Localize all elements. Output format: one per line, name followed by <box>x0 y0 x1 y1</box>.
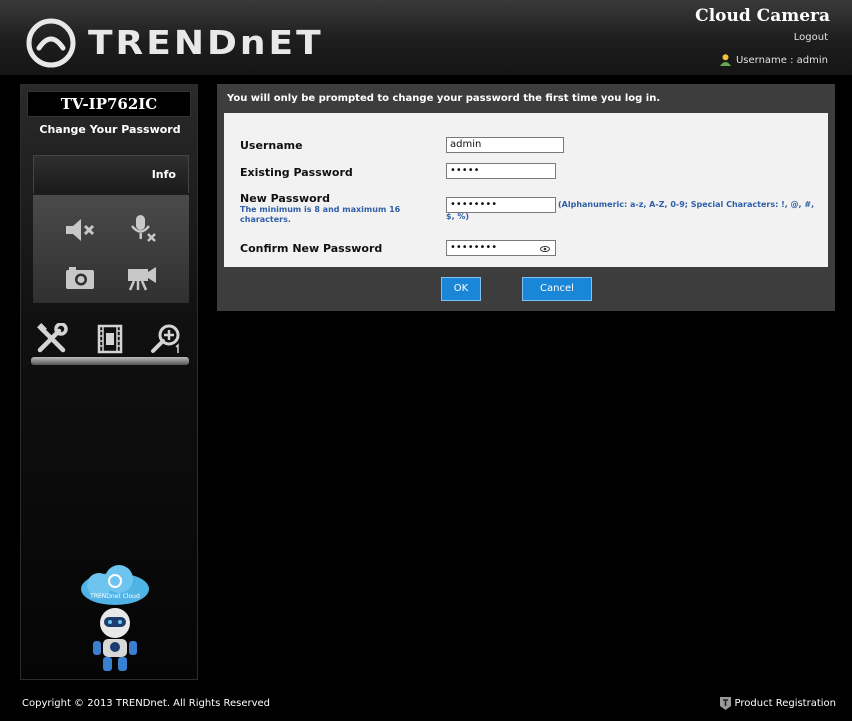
confirm-password-label: Confirm New Password <box>240 242 383 255</box>
sidebar-item-change-password[interactable]: Change Your Password <box>21 123 199 136</box>
show-password-eye-icon[interactable] <box>540 246 550 252</box>
user-icon <box>719 54 731 66</box>
trendnet-cloud-mascot: TRENDnet Cloud <box>81 565 149 671</box>
product-registration-label: Product Registration <box>734 698 836 709</box>
copyright-notice: Copyright © 2013 TRENDnet. All Rights Re… <box>22 698 271 709</box>
cancel-button[interactable]: Cancel <box>522 277 592 301</box>
password-character-hint: (Alphanumeric: a-z, A-Z, 0-9; Special Ch… <box>446 200 815 221</box>
new-password-length-note: The minimum is 8 and maximum 16 characte… <box>240 205 401 224</box>
tool-shelf <box>21 313 199 365</box>
microphone-mute-icon[interactable] <box>125 213 159 243</box>
username-label: Username <box>240 139 303 152</box>
camera-control-panel <box>33 195 189 303</box>
trendnet-logo-icon <box>26 18 76 68</box>
video-record-icon[interactable] <box>125 261 159 291</box>
zoom-in-icon[interactable] <box>149 323 183 355</box>
new-password-label: New Password <box>240 192 330 205</box>
model-name: TV-IP762IC <box>27 91 191 117</box>
product-title: Cloud Camera <box>695 6 830 26</box>
ok-button[interactable]: OK <box>441 277 481 301</box>
snapshot-camera-icon[interactable] <box>63 263 97 293</box>
mascot-label: TRENDnet Cloud <box>89 593 140 600</box>
sidebar: TV-IP762IC Change Your Password Info TRE… <box>20 84 198 680</box>
film-gallery-icon[interactable] <box>93 323 127 355</box>
header-bar: TRENDnET Cloud Camera Logout Username : … <box>0 0 852 76</box>
username-display: Username : admin <box>719 54 828 66</box>
tab-info[interactable]: Info <box>33 155 189 193</box>
settings-tools-icon[interactable] <box>35 323 69 355</box>
product-registration-link[interactable]: Product Registration <box>719 696 836 711</box>
tab-info-label: Info <box>151 168 176 181</box>
existing-password-label: Existing Password <box>240 166 353 179</box>
logout-link[interactable]: Logout <box>794 32 828 43</box>
username-text: Username : admin <box>735 54 828 66</box>
shelf-divider <box>31 357 189 365</box>
logo-wordmark: TRENDnET <box>88 24 324 62</box>
change-password-panel: You will only be prompted to change your… <box>217 84 835 311</box>
password-form: Username admin Existing Password ••••• N… <box>224 113 828 267</box>
trendnet-logo: TRENDnET <box>26 18 324 68</box>
registration-icon <box>719 697 731 710</box>
existing-password-field[interactable]: ••••• <box>446 163 556 179</box>
username-field[interactable]: admin <box>446 137 564 153</box>
speaker-mute-icon[interactable] <box>63 215 97 245</box>
password-prompt-message: You will only be prompted to change your… <box>227 93 661 104</box>
